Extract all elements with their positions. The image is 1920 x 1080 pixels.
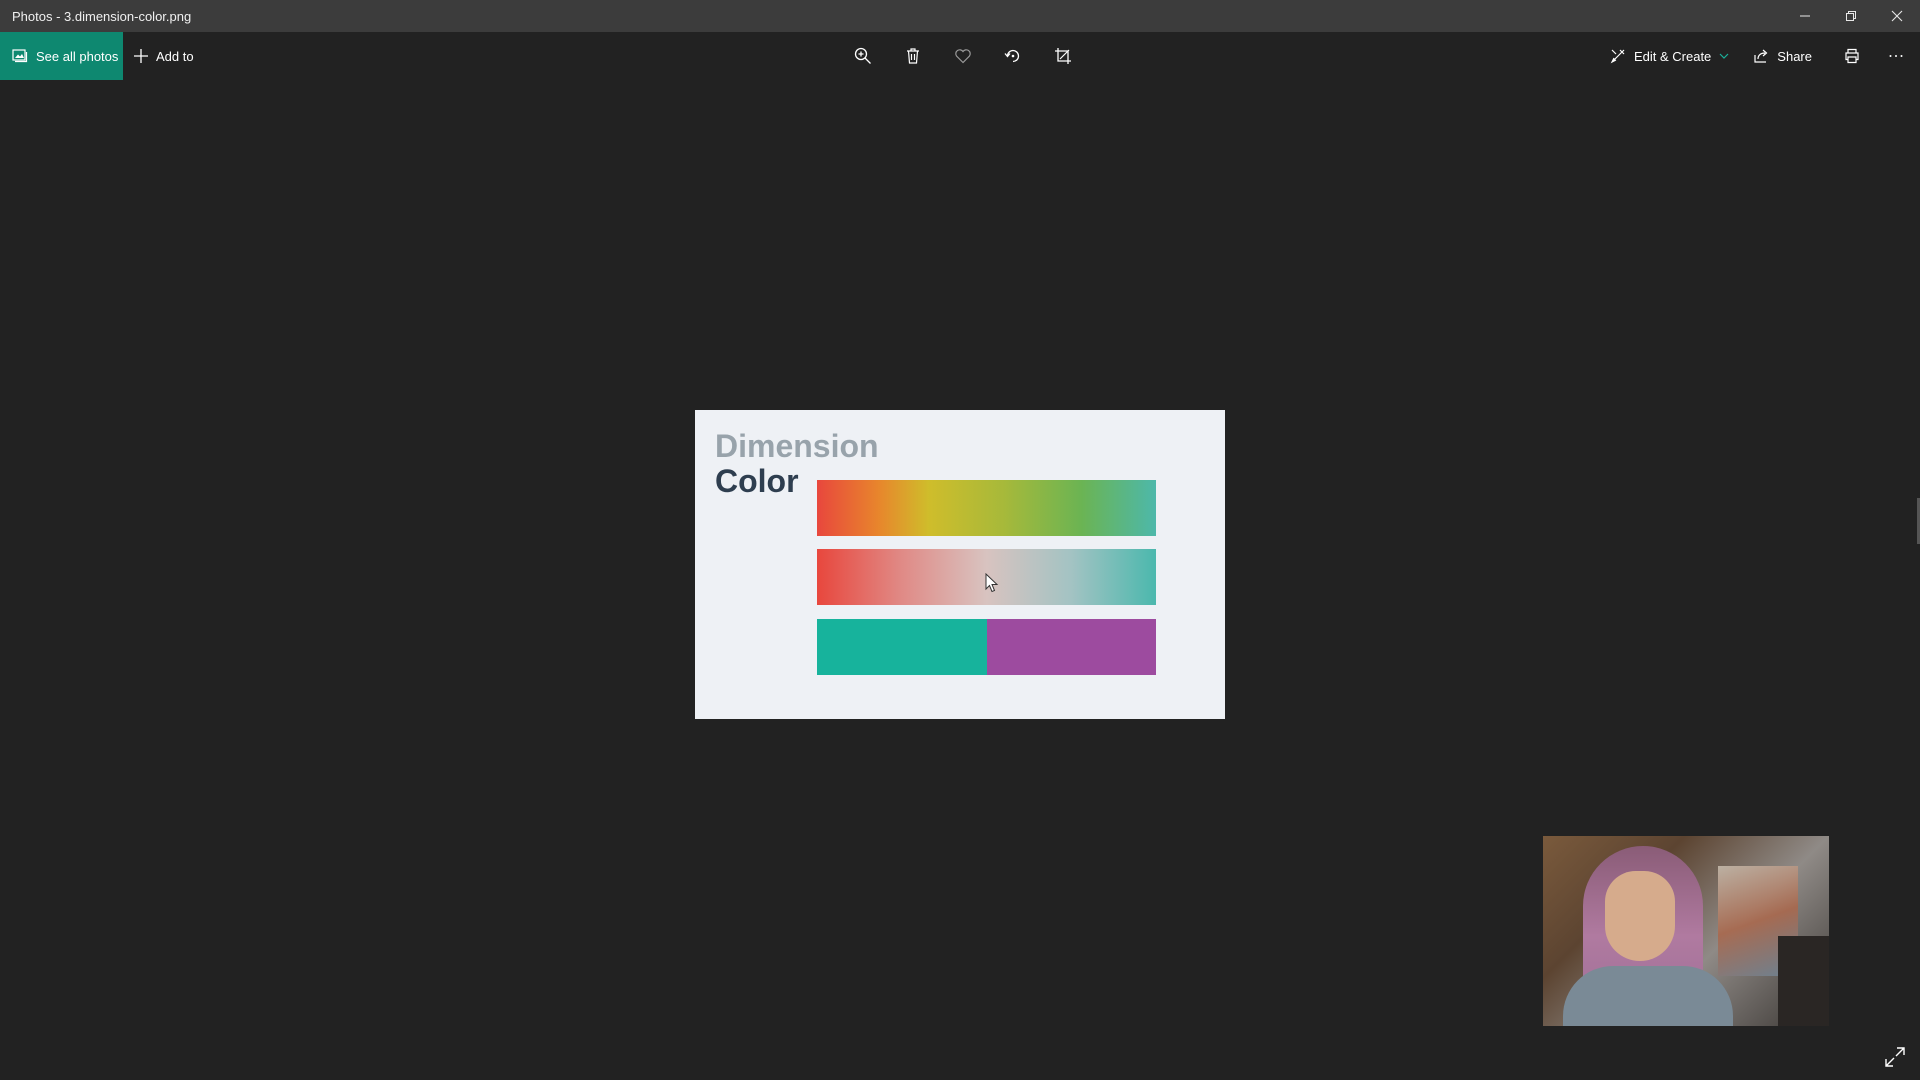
see-all-photos-button[interactable]: See all photos: [0, 32, 123, 80]
share-label: Share: [1777, 48, 1812, 64]
presenter-shirt: [1563, 966, 1733, 1026]
print-icon: [1845, 48, 1859, 64]
rainbow-gradient-bar: [817, 480, 1156, 536]
webcam-overlay: [1543, 836, 1829, 1026]
chevron-down-icon: [1719, 53, 1729, 59]
plus-icon: [134, 49, 148, 63]
print-button[interactable]: [1824, 32, 1880, 80]
window-controls: [1782, 0, 1920, 32]
minimize-button[interactable]: [1782, 0, 1828, 32]
close-icon: [1891, 10, 1903, 22]
close-button[interactable]: [1874, 0, 1920, 32]
split-color-bar: [817, 619, 1156, 675]
restore-button[interactable]: [1828, 0, 1874, 32]
presenter-face: [1605, 871, 1675, 961]
trash-icon: [907, 48, 919, 64]
zoom-button[interactable]: [838, 32, 888, 80]
rotate-icon: [1004, 49, 1020, 63]
teal-segment: [817, 619, 987, 675]
background-chair: [1778, 936, 1829, 1026]
see-all-photos-label: See all photos: [36, 48, 119, 64]
share-button[interactable]: Share: [1741, 32, 1824, 80]
gallery-icon: [12, 49, 28, 63]
window-title: Photos - 3.dimension-color.png: [12, 8, 192, 24]
restore-icon: [1846, 11, 1856, 21]
fullscreen-button[interactable]: [1884, 1046, 1906, 1068]
edit-create-button[interactable]: Edit & Create: [1598, 32, 1741, 80]
more-icon: [1889, 55, 1903, 57]
expand-icon: [1885, 1047, 1905, 1067]
rotate-button[interactable]: [988, 32, 1038, 80]
add-to-button[interactable]: Add to: [134, 32, 194, 80]
crop-button[interactable]: [1038, 32, 1088, 80]
toolbar: See all photos Add to Edit & Create Shar…: [0, 32, 1920, 80]
delete-button[interactable]: [888, 32, 938, 80]
edit-icon: [1610, 49, 1625, 64]
zoom-in-icon: [854, 47, 871, 64]
minimize-icon: [1800, 15, 1810, 17]
add-to-label: Add to: [156, 48, 194, 64]
purple-segment: [986, 619, 1156, 675]
right-tools: Edit & Create Share: [1598, 32, 1920, 80]
share-icon: [1754, 49, 1768, 63]
edit-create-label: Edit & Create: [1633, 48, 1712, 64]
image-tools: [838, 32, 1088, 80]
mouse-cursor-icon: [985, 573, 999, 593]
photo-title-color: Color: [715, 463, 799, 499]
displayed-photo[interactable]: Dimension Color: [695, 410, 1225, 719]
crop-icon: [1055, 48, 1071, 64]
title-bar: Photos - 3.dimension-color.png: [0, 0, 1920, 32]
heart-icon: [955, 49, 971, 64]
more-options-button[interactable]: [1880, 32, 1920, 80]
photo-title-dimension: Dimension: [715, 428, 879, 464]
favorite-button[interactable]: [938, 32, 988, 80]
